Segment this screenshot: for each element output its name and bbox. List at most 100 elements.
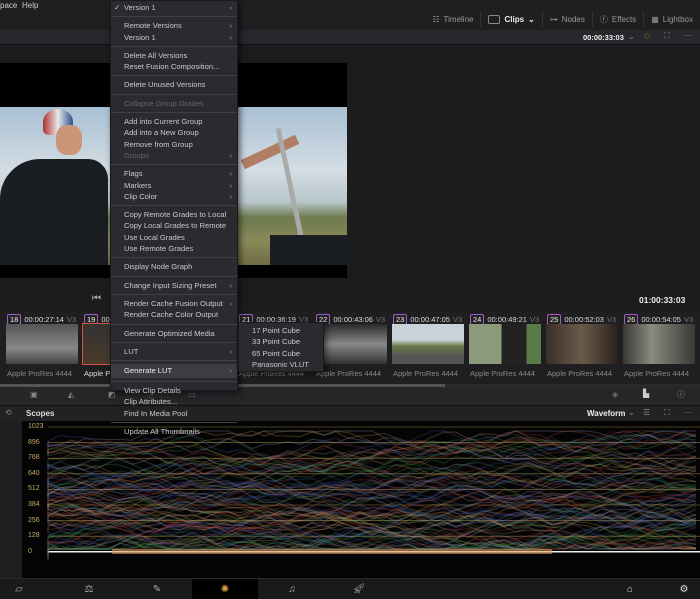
menu-help[interactable]: Help — [22, 1, 38, 10]
menu-item-update-all-thumbnails[interactable]: Update All Thumbnails — [111, 426, 237, 437]
menu-item-use-remote-grades[interactable]: Use Remote Grades — [111, 243, 237, 254]
menu-item-change-input-sizing-preset[interactable]: Change Input Sizing Preset › — [111, 280, 237, 291]
clip-thumbnail-item[interactable]: 18 00:00:27:14 V3 Apple ProRes 4444 — [3, 311, 80, 383]
clip-thumbnail — [623, 324, 695, 364]
edit-page-icon[interactable]: ⚖ — [56, 579, 122, 599]
camera-raw-icon[interactable]: ▣ — [30, 390, 38, 399]
more-icon[interactable]: ⋯ — [684, 408, 692, 417]
reset-icon[interactable]: ⟲ — [5, 408, 12, 417]
submenu-item[interactable]: 17 Point Cube — [239, 325, 323, 336]
menu-item-delete-all-versions[interactable]: Delete All Versions — [111, 50, 237, 61]
chevron-down-icon[interactable]: ⌄ — [628, 408, 635, 417]
menu-item-add-into-a-new-group[interactable]: Add into a New Group — [111, 127, 237, 138]
submenu-item[interactable]: 33 Point Cube — [239, 336, 323, 347]
clip-thumbnail-item[interactable]: 25 00:00:52:03 V3 Apple ProRes 4444 — [543, 311, 620, 383]
menu-item-copy-remote-grades-to-local[interactable]: Copy Remote Grades to Local — [111, 209, 237, 220]
timeline-button[interactable]: ☷ Timeline — [425, 11, 480, 27]
menu-item-flags[interactable]: Flags › — [111, 168, 237, 179]
effects-icon: ⓕ — [599, 14, 608, 24]
home-icon[interactable]: ⌂ — [620, 579, 640, 599]
left-panel-strip — [0, 421, 22, 578]
more-icon[interactable]: ⋯ — [684, 31, 692, 40]
clips-icon — [488, 14, 501, 24]
clip-track: V3 — [66, 315, 77, 324]
menu-item-find-in-media-pool[interactable]: Find In Media Pool — [111, 408, 237, 419]
settings-gear-icon[interactable]: ⚙ — [674, 579, 694, 599]
effects-button[interactable]: ⓕ Effects — [591, 11, 643, 27]
keyframes-icon[interactable]: ◈ — [612, 390, 618, 399]
scope-mode-select[interactable]: Waveform — [587, 409, 625, 418]
menu-separator — [111, 323, 237, 325]
clip-strip: 1800:00:27:14V3Apple ProRes 44441900:00:… — [0, 311, 700, 386]
go-to-start-icon[interactable]: ⏮ — [92, 293, 101, 304]
menu-item-display-node-graph[interactable]: Display Node Graph — [111, 261, 237, 272]
chevron-right-icon: › — [229, 169, 232, 179]
chevron-right-icon: › — [229, 3, 232, 12]
menu-workspace[interactable]: pace — [0, 1, 17, 10]
menu-item-clip-attributes[interactable]: Clip Attributes... — [111, 396, 237, 407]
nodes-button[interactable]: ⊶ Nodes — [541, 11, 592, 27]
chevron-right-icon: › — [229, 180, 232, 190]
deliver-page-icon[interactable]: 🚀︎ — [326, 579, 392, 599]
waveform-scale-label: 768 — [28, 454, 40, 462]
viewer — [0, 45, 700, 305]
fairlight-page-icon[interactable]: ♫ — [259, 579, 325, 599]
menu-item-add-into-current-group[interactable]: Add into Current Group — [111, 116, 237, 127]
page-toolbar: ☷ Timeline Clips ⌄ ⊶ Nodes ⓕ Effects ▦ Lightb… — [425, 8, 700, 30]
menu-separator — [111, 275, 237, 277]
color-match-icon[interactable]: ◭ — [68, 390, 74, 399]
clip-timecode: 00:00:27:14 — [24, 315, 64, 324]
viewer-header: 00:00:33:03 ⌄ ◌ ⛶ ⋯ — [0, 30, 700, 45]
menu-item-version-1[interactable]: Version 1 › — [111, 32, 237, 43]
color-wheel-icon[interactable]: ◌ — [644, 31, 650, 42]
clip-codec: Apple ProRes 4444 — [624, 369, 690, 378]
menu-item-render-cache-fusion-output[interactable]: Render Cache Fusion Output › — [111, 298, 237, 309]
menu-item-render-cache-color-output[interactable]: Render Cache Color Output — [111, 309, 237, 320]
menu-item-markers[interactable]: Markers › — [111, 180, 237, 191]
waveform-plot — [47, 426, 700, 561]
clip-thumbnail-item[interactable]: 24 00:00:49:21 V3 Apple ProRes 4444 — [466, 311, 543, 383]
source-timecode[interactable]: 00:00:33:03 — [583, 33, 624, 42]
chevron-down-icon[interactable]: ⌄ — [628, 32, 635, 41]
menu-item-generate-lut[interactable]: Generate LUT › — [111, 364, 237, 379]
clip-thumbnail-item[interactable]: 26 00:00:54:05 V3 Apple ProRes 4444 — [620, 311, 697, 383]
submenu-item[interactable]: 65 Point Cube — [239, 348, 323, 359]
menu-item-label: Delete Unused Versions — [124, 80, 206, 90]
fusion-page-icon[interactable]: ✎ — [124, 579, 190, 599]
clips-button[interactable]: Clips ⌄ — [480, 11, 541, 27]
palette-toolbar: ▣ ◭ ◩ ⋰ ▭ ◈ ▙ ⓘ — [0, 387, 700, 406]
menu-item-remote-versions[interactable]: Remote Versions › — [111, 20, 237, 31]
menu-separator — [111, 381, 237, 383]
clip-codec: Apple ProRes 4444 — [470, 369, 536, 378]
menu-item-label: Clip Attributes... — [124, 397, 178, 407]
clip-track: V3 — [452, 315, 463, 324]
clip-thumbnail-item[interactable]: 23 00:00:47:05 V3 Apple ProRes 4444 — [389, 311, 466, 383]
chevron-right-icon: › — [229, 298, 232, 308]
menu-item-use-local-grades[interactable]: Use Local Grades — [111, 232, 237, 243]
submenu-item[interactable]: Panasonic VLUT — [239, 359, 323, 370]
menu-item-copy-local-grades-to-remote[interactable]: Copy Local Grades to Remote — [111, 220, 237, 231]
chevron-right-icon: › — [229, 150, 232, 160]
menu-item-delete-unused-versions[interactable]: Delete Unused Versions — [111, 79, 237, 90]
menu-item-label: Find In Media Pool — [124, 408, 188, 418]
waveform-scale-label: 512 — [28, 485, 40, 493]
info-icon[interactable]: ⓘ — [677, 389, 685, 400]
menu-item-view-clip-details[interactable]: View Clip Details — [111, 385, 237, 396]
menu-item-clip-color[interactable]: Clip Color › — [111, 191, 237, 202]
scopes-icon[interactable]: ▙ — [643, 389, 649, 398]
menu-separator — [111, 205, 237, 207]
menu-item-reset-fusion-composition[interactable]: Reset Fusion Composition... — [111, 61, 237, 72]
menu-separator — [111, 293, 237, 295]
menu-item-version-1[interactable]: ✓ Version 1 › — [111, 2, 237, 13]
menu-item-remove-from-group[interactable]: Remove from Group — [111, 139, 237, 150]
menu-item-generate-optimized-media[interactable]: Generate Optimized Media — [111, 328, 237, 339]
page-navigation: ▱ ⚖ ✎ ✺ ♫ 🚀︎ ⌂ ⚙ — [0, 578, 700, 599]
fullscreen-icon[interactable]: ⛶ — [664, 31, 670, 41]
color-page-icon[interactable]: ✺ — [192, 579, 258, 599]
scope-settings-icon[interactable]: ☰ — [643, 408, 650, 417]
menu-item-lut[interactable]: LUT › — [111, 346, 237, 357]
lightbox-button[interactable]: ▦ Lightbox — [643, 11, 700, 27]
fullscreen-icon[interactable]: ⛶ — [664, 408, 670, 418]
menu-separator — [111, 16, 237, 18]
media-page-icon[interactable]: ▱ — [0, 579, 52, 599]
